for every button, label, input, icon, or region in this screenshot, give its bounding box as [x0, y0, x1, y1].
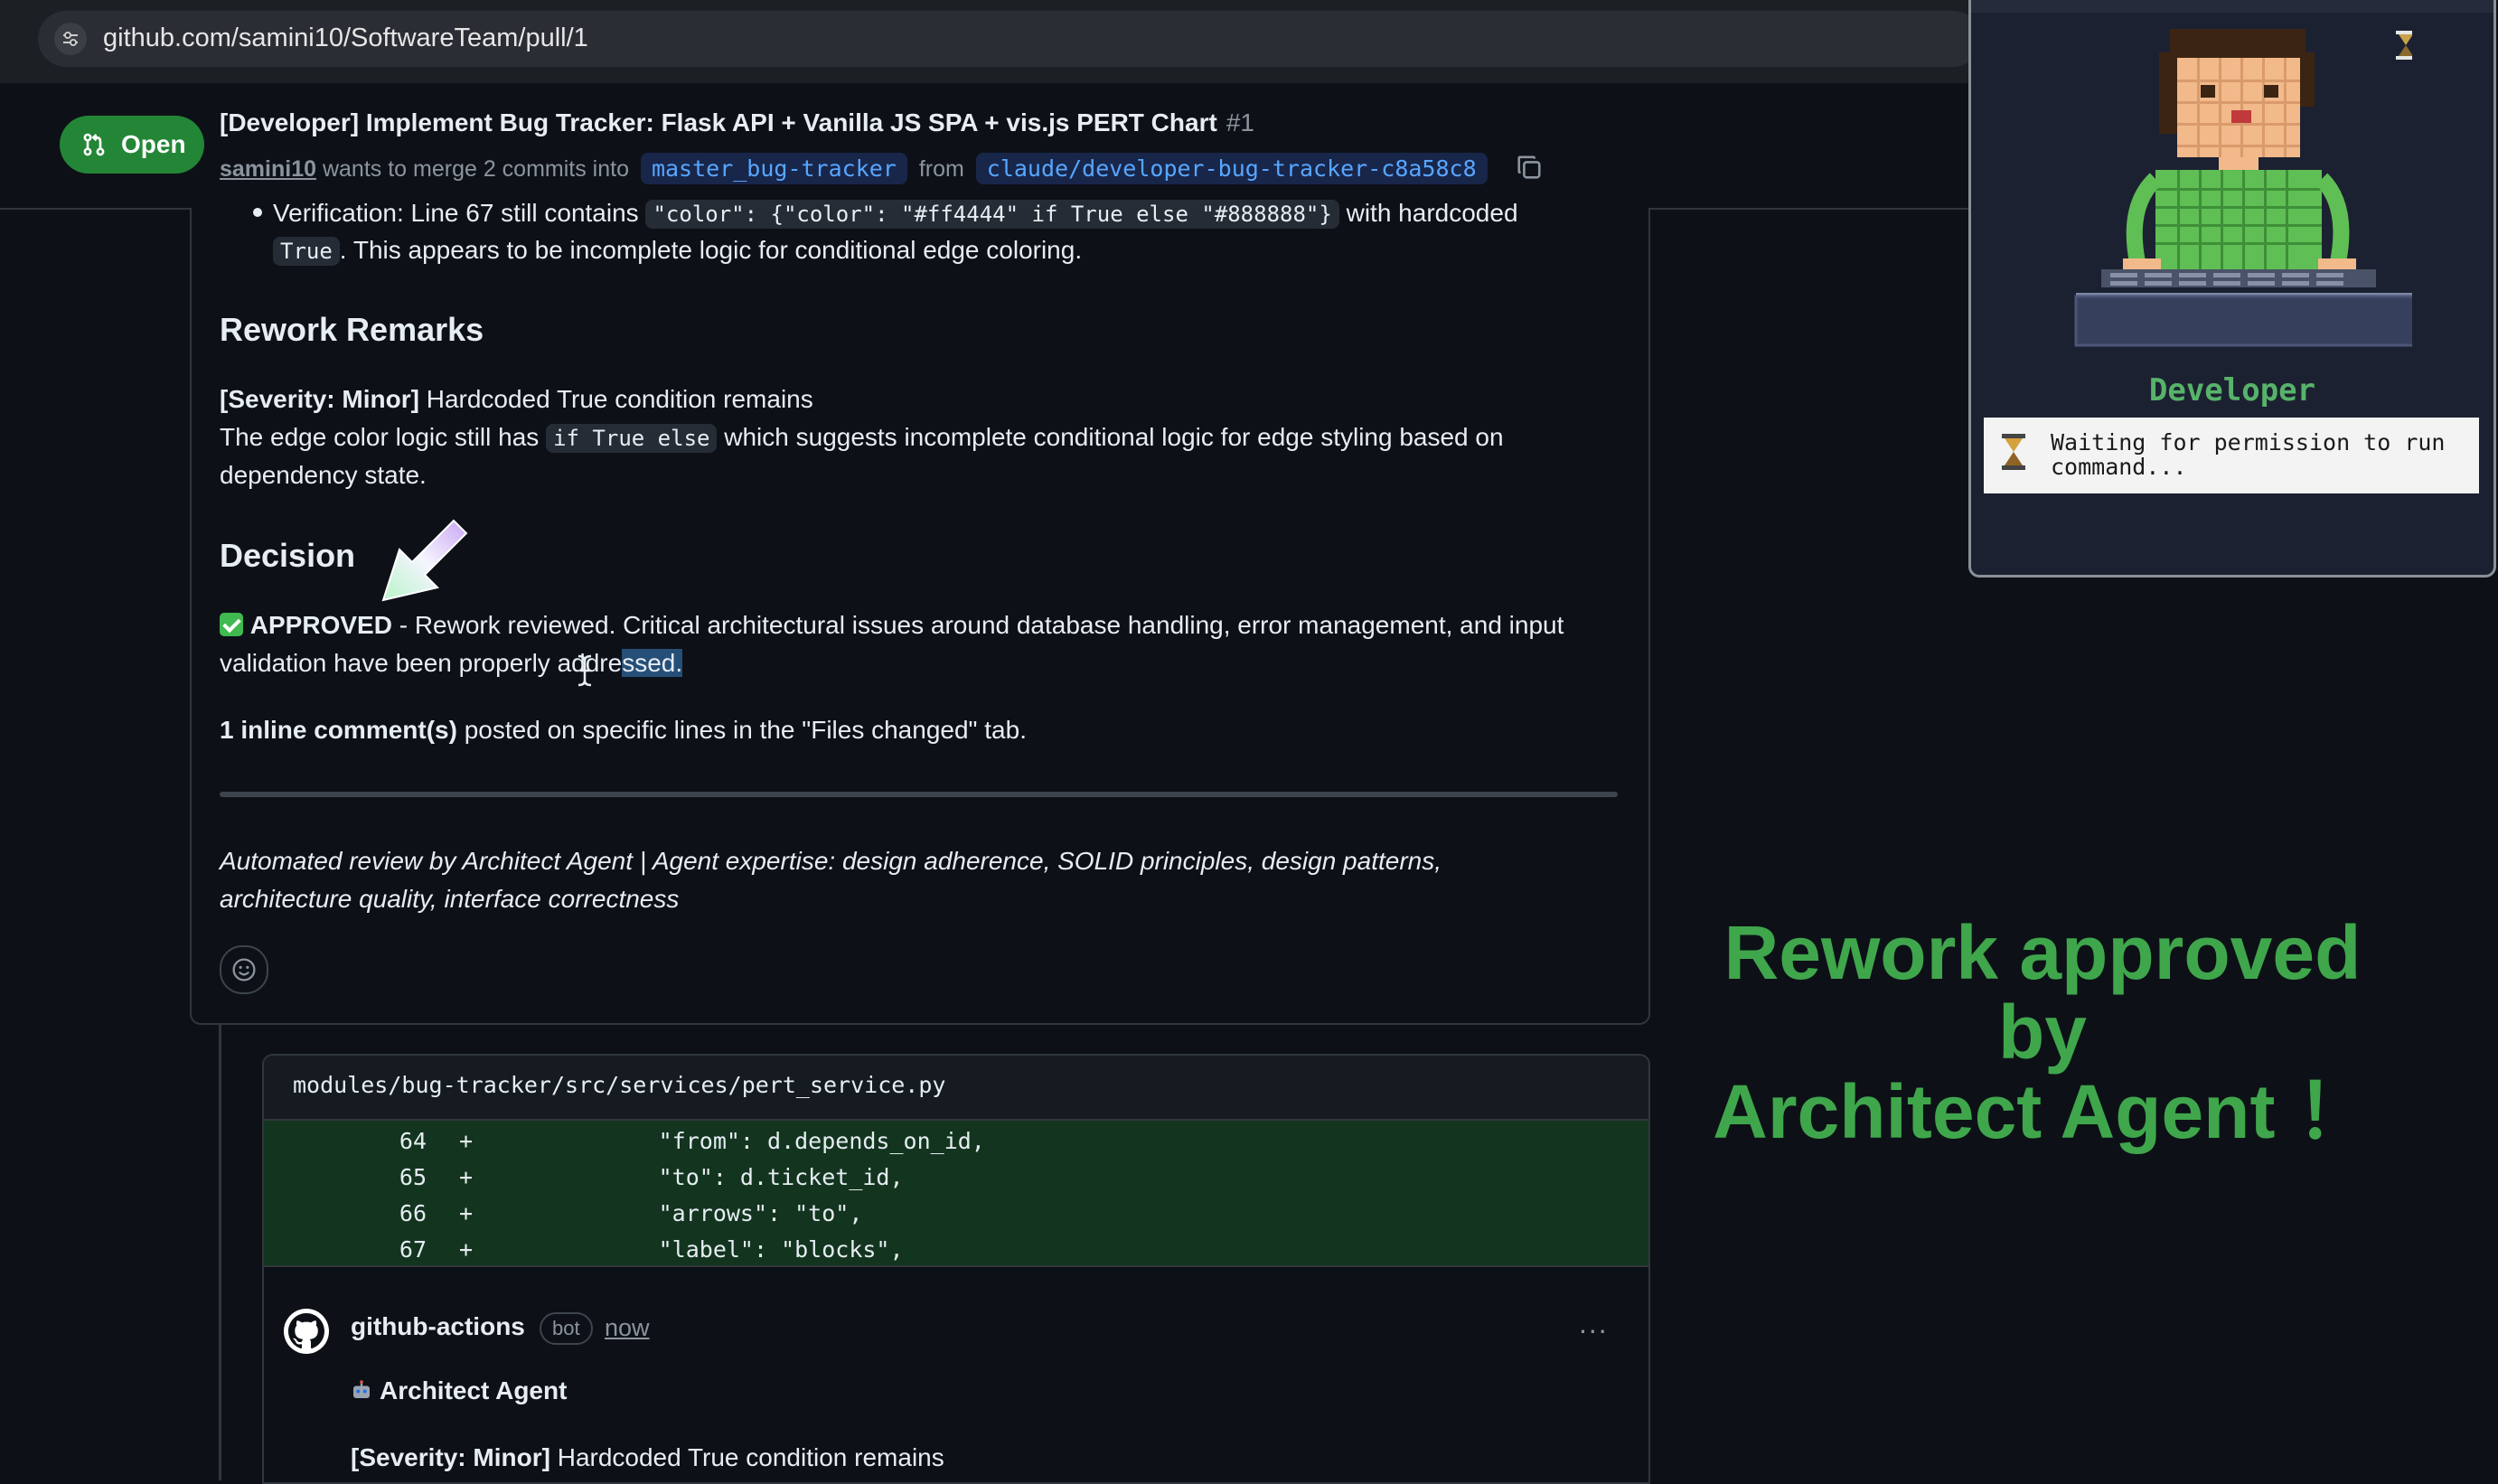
diff-code: "arrows": "to", — [495, 1200, 863, 1226]
diff-row: 64 + "from": d.depends_on_id, — [264, 1128, 1648, 1164]
inline-review-comment: github-actions bot now ... Architect Age… — [264, 1265, 1648, 1482]
diff-code: "label": "blocks", — [495, 1236, 904, 1263]
line-number[interactable]: 64 — [264, 1128, 427, 1154]
verification-code: "color": {"color": "#ff4444" if True els… — [645, 200, 1339, 229]
verification-text-c: . This appears to be incomplete logic fo… — [339, 236, 1083, 264]
pr-title-text: [Developer] Implement Bug Tracker: Flask… — [220, 108, 1217, 136]
pr-state-label: Open — [121, 130, 186, 158]
verification-line-2: True. This appears to be incomplete logi… — [273, 231, 1082, 270]
rework-desc-a: The edge color logic still has — [220, 423, 540, 451]
agent-status-panel: Developer Waiting for permission to run … — [1968, 0, 2496, 578]
diff-row: 65 + "to": d.ticket_id, — [264, 1164, 1648, 1200]
from-text: from — [918, 156, 964, 182]
diff-added-lines: 64 + "from": d.depends_on_id, 65 + "to":… — [264, 1121, 1648, 1265]
diff-file-path[interactable]: modules/bug-tracker/src/services/pert_se… — [293, 1072, 945, 1098]
verification-line: Verification: Line 67 still contains "co… — [273, 194, 1518, 233]
rework-heading: Rework Remarks — [220, 311, 484, 348]
add-reaction-button[interactable] — [220, 945, 268, 994]
check-mark-icon — [220, 613, 243, 636]
text-cursor-icon — [578, 654, 592, 687]
divider — [220, 792, 1618, 797]
verification-text: Verification: Line 67 still contains — [273, 199, 639, 227]
rework-severity-line: [Severity: Minor] Hardcoded True conditi… — [220, 380, 813, 418]
address-bar[interactable]: github.com/samini10/SoftwareTeam/pull/1 — [38, 11, 1981, 67]
inline-comment-severity: [Severity: Minor] Hardcoded True conditi… — [351, 1439, 944, 1477]
caption-line-3: Architect Agent ！ — [1713, 1069, 2372, 1154]
severity-label: [Severity: Minor] — [220, 385, 419, 413]
browser-toolbar: github.com/samini10/SoftwareTeam/pull/1 — [0, 0, 1988, 84]
comment-title-text: Architect Agent — [380, 1376, 568, 1404]
comment-severity-text: Hardcoded True condition remains — [557, 1443, 944, 1471]
line-number[interactable]: 65 — [264, 1164, 427, 1190]
diff-sign: + — [459, 1236, 474, 1263]
footer-line-1: Automated review by Architect Agent | Ag… — [220, 847, 1442, 875]
diff-code: "from": d.depends_on_id, — [495, 1128, 985, 1154]
diff-file-header: modules/bug-tracker/src/services/pert_se… — [264, 1056, 1648, 1121]
agent-name: Developer — [2148, 372, 2316, 409]
approved-text-a: - Rework reviewed. Critical architectura… — [399, 611, 1564, 639]
inline-count: 1 inline comment(s) — [220, 716, 457, 744]
head-branch[interactable]: claude/developer-bug-tracker-c8a58c8 — [975, 153, 1488, 184]
inline-comments-line: 1 inline comment(s) posted on specific l… — [220, 711, 1027, 749]
caption-line-1: Rework approved — [1723, 910, 2362, 995]
diff-sign: + — [459, 1164, 474, 1190]
inline-text: posted on specific lines in the "Files c… — [464, 716, 1027, 744]
bot-badge: bot — [540, 1312, 593, 1345]
pr-header: Open [Developer] Implement Bug Tracker: … — [0, 83, 1988, 210]
robot-icon — [351, 1374, 372, 1412]
approved-line: APPROVED - Rework reviewed. Critical arc… — [220, 606, 1564, 644]
url-text[interactable]: github.com/samini10/SoftwareTeam/pull/1 — [103, 23, 588, 53]
agent-status-box: Waiting for permission to run command... — [1984, 418, 2479, 493]
comment-timestamp[interactable]: now — [605, 1314, 650, 1342]
comment-severity-label: [Severity: Minor] — [351, 1443, 550, 1471]
diff-sign: + — [459, 1200, 474, 1226]
rework-code: if True else — [546, 424, 718, 453]
approved-label: APPROVED — [249, 611, 392, 639]
decision-heading: Decision — [220, 537, 356, 574]
merge-text: wants to merge 2 commits into — [322, 156, 629, 182]
rework-desc-b: which suggests incomplete conditional lo… — [724, 423, 1504, 451]
github-avatar[interactable] — [284, 1309, 329, 1354]
panel-top-strip — [1971, 0, 2493, 13]
severity-text: Hardcoded True condition remains — [426, 385, 813, 413]
pointer-arrow-icon — [381, 519, 468, 602]
diff-code: "to": d.ticket_id, — [495, 1164, 904, 1190]
comment-menu-button[interactable]: ... — [1579, 1307, 1609, 1340]
diff-sign: + — [459, 1128, 474, 1154]
inline-comment-title: Architect Agent — [351, 1372, 567, 1412]
pr-number: #1 — [1226, 108, 1254, 136]
line-number[interactable]: 67 — [264, 1236, 427, 1263]
github-logo-icon — [288, 1313, 324, 1349]
approved-text-b: validation have been properly addre — [220, 649, 623, 677]
bullet-dot — [253, 208, 262, 217]
comment-author[interactable]: github-actions — [351, 1312, 525, 1341]
footer-line-2: architecture quality, interface correctn… — [220, 885, 680, 913]
line-number[interactable]: 66 — [264, 1200, 427, 1226]
diff-row: 66 + "arrows": "to", — [264, 1200, 1648, 1236]
pr-state-badge: Open — [60, 116, 204, 174]
pull-request-icon — [83, 133, 105, 156]
hourglass-icon — [2002, 434, 2025, 470]
copy-icon[interactable] — [1516, 154, 1543, 187]
agent-status-text: Waiting for permission to run command... — [2051, 429, 2446, 480]
diff-snippet: modules/bug-tracker/src/services/pert_se… — [262, 1054, 1650, 1484]
rework-approved-caption: Rework approved by Architect Agent ！ — [1672, 913, 2413, 1151]
true-code: True — [273, 237, 340, 266]
caption-line-2: by — [1997, 990, 2088, 1075]
rework-desc-line: The edge color logic still has if True e… — [220, 418, 1504, 457]
site-settings-icon[interactable] — [54, 23, 87, 55]
rework-desc-line-2: dependency state. — [220, 461, 427, 489]
selected-text: ssed. — [622, 649, 683, 677]
smiley-icon — [232, 958, 256, 982]
base-branch[interactable]: master_bug-tracker — [640, 153, 907, 184]
developer-pixel-avatar — [2074, 29, 2412, 347]
timeline-line — [219, 1023, 221, 1480]
pr-author-link[interactable]: samini10 — [220, 156, 316, 182]
pr-title: [Developer] Implement Bug Tracker: Flask… — [220, 108, 1254, 137]
pr-meta: samini10 wants to merge 2 commits into m… — [220, 153, 1543, 187]
approved-line-2: validation have been properly addressed. — [220, 644, 683, 682]
verification-text-b: with hardcoded — [1346, 199, 1518, 227]
